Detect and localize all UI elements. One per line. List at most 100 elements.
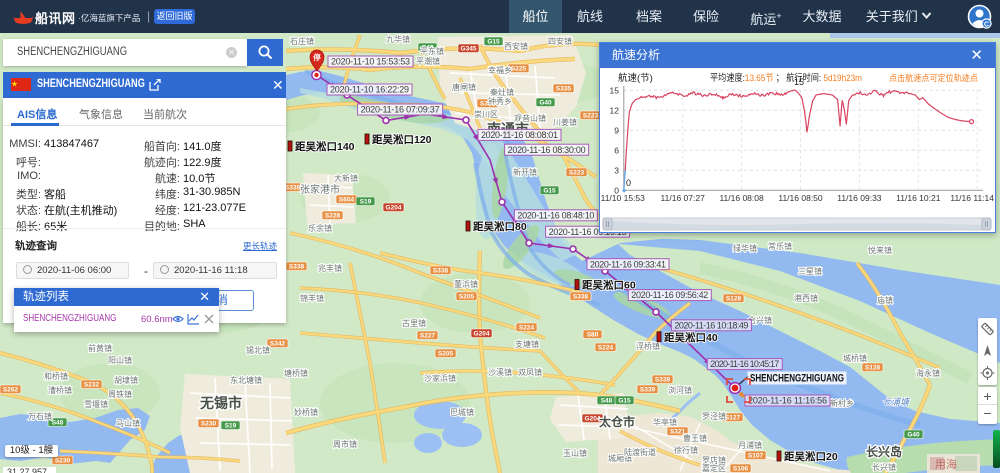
svg-text:支塘镇: 支塘镇 — [515, 339, 539, 349]
svg-text:2020-11-16 08:30:00: 2020-11-16 08:30:00 — [508, 145, 586, 155]
svg-text:雪堰镇: 雪堰镇 — [84, 399, 108, 409]
svg-text:罗泾镇: 罗泾镇 — [702, 411, 726, 421]
svg-text:巴城镇: 巴城镇 — [450, 407, 474, 417]
svg-text:四安镇: 四安镇 — [548, 36, 572, 46]
svg-text:G40: G40 — [907, 432, 920, 439]
svg-text:距吴淞口40: 距吴淞口40 — [664, 331, 718, 344]
svg-text:S230: S230 — [55, 458, 71, 465]
svg-text:胡埭镇: 胡埭镇 — [114, 375, 138, 385]
svg-text:城桥镇: 城桥镇 — [843, 353, 867, 363]
svg-text:G15: G15 — [487, 39, 500, 46]
svg-text:沙溪镇: 沙溪镇 — [488, 367, 512, 377]
svg-text:G345: G345 — [461, 46, 477, 53]
svg-text:常乐镇: 常乐镇 — [768, 241, 792, 251]
svg-text:11/16 09:33: 11/16 09:33 — [837, 193, 882, 203]
svg-text:川姜镇: 川姜镇 — [553, 117, 577, 127]
svg-text:崇川区: 崇川区 — [474, 110, 498, 119]
svg-text:西安镇: 西安镇 — [504, 41, 528, 51]
svg-text:锦丰镇: 锦丰镇 — [300, 293, 324, 303]
svg-text:港西镇: 港西镇 — [794, 293, 818, 303]
svg-text:锡北镇: 锡北镇 — [246, 345, 270, 355]
svg-text:S225: S225 — [511, 66, 527, 73]
svg-text:S339: S339 — [640, 387, 656, 394]
svg-text:S262: S262 — [3, 387, 19, 394]
svg-text:S128: S128 — [726, 296, 742, 303]
svg-text:S335: S335 — [556, 86, 572, 93]
svg-text:11/16 08:08: 11/16 08:08 — [719, 193, 764, 203]
svg-text:G40: G40 — [539, 100, 552, 107]
svg-text:海永镇: 海永镇 — [916, 368, 940, 378]
svg-text:S338: S338 — [573, 294, 589, 301]
svg-text:月浦镇: 月浦镇 — [738, 440, 762, 450]
svg-text:平潮镇: 平潮镇 — [416, 56, 440, 66]
svg-text:唐闸镇: 唐闸镇 — [452, 82, 476, 92]
svg-text:九华镇: 九华镇 — [386, 34, 410, 44]
svg-text:S19: S19 — [360, 199, 372, 206]
svg-text:新开镇: 新开镇 — [513, 167, 537, 177]
svg-text:C: C — [984, 21, 989, 28]
svg-text:长兴镇: 长兴镇 — [872, 462, 896, 472]
svg-text:悦来镇: 悦来镇 — [868, 245, 892, 255]
svg-text:2020-11-16 10:18:49: 2020-11-16 10:18:49 — [674, 320, 748, 330]
svg-text:★: ★ — [11, 80, 18, 89]
svg-text:嘉定区: 嘉定区 — [702, 463, 726, 473]
svg-text:S338: S338 — [289, 264, 305, 271]
svg-text:9: 9 — [614, 125, 619, 135]
svg-text:东北塘镇: 东北塘镇 — [230, 375, 262, 385]
svg-text:航速(节): 航速(节) — [618, 72, 653, 84]
svg-text:S127: S127 — [725, 415, 741, 422]
svg-text:绿华镇: 绿华镇 — [733, 243, 757, 253]
svg-text:2020-11-16 08:48:10: 2020-11-16 08:48:10 — [517, 210, 594, 220]
svg-text:2020-11-16 08:08:01: 2020-11-16 08:08:01 — [481, 130, 558, 140]
svg-text:双凤镇: 双凤镇 — [518, 367, 542, 377]
svg-text:万石镇: 万石镇 — [28, 411, 52, 421]
svg-text:2020-11-10 16:22:29: 2020-11-10 16:22:29 — [330, 85, 409, 95]
svg-text:S232: S232 — [84, 382, 100, 389]
svg-text:用海: 用海 — [935, 457, 957, 471]
svg-text:S224: S224 — [519, 325, 535, 332]
svg-text:G15: G15 — [618, 398, 631, 405]
svg-text:15: 15 — [610, 85, 620, 95]
svg-text:11/16 07:27: 11/16 07:27 — [661, 193, 706, 203]
svg-text:S128: S128 — [865, 365, 881, 372]
svg-text:G204: G204 — [386, 205, 402, 212]
svg-text:平均速度:13.65节 ； 航行时间: 5d19h23m: 平均速度:13.65节 ； 航行时间: 5d19h23m — [710, 72, 862, 84]
svg-text:浮桥镇: 浮桥镇 — [636, 341, 660, 351]
svg-text:董浜镇: 董浜镇 — [454, 279, 478, 289]
svg-text:曹王镇: 曹王镇 — [683, 433, 707, 443]
svg-text:S604: S604 — [339, 197, 355, 204]
svg-text:和桥镇: 和桥镇 — [44, 371, 68, 381]
svg-text:古里镇: 古里镇 — [402, 318, 426, 328]
svg-text:幸福乡: 幸福乡 — [488, 66, 512, 75]
svg-text:钟秀乡: 钟秀乡 — [488, 96, 512, 106]
svg-text:距吴淞口140: 距吴淞口140 — [295, 140, 355, 153]
svg-text:S107: S107 — [748, 453, 764, 460]
svg-text:三星镇: 三星镇 — [798, 266, 822, 276]
svg-text:S224: S224 — [598, 345, 614, 352]
svg-text:漕桥镇: 漕桥镇 — [48, 385, 72, 395]
svg-text:2020-11-16 10:45:17: 2020-11-16 10:45:17 — [710, 359, 779, 369]
svg-text:七浦塘: 七浦塘 — [882, 397, 911, 407]
svg-text:11/10 15:53: 11/10 15:53 — [601, 193, 646, 203]
svg-text:S223: S223 — [569, 170, 585, 177]
svg-text:11/16 10:21: 11/16 10:21 — [896, 193, 941, 203]
svg-text:浏河镇: 浏河镇 — [668, 385, 692, 395]
svg-text:G15: G15 — [543, 188, 556, 195]
svg-text:15: 15 — [794, 77, 804, 87]
svg-text:周铁镇: 周铁镇 — [108, 389, 132, 399]
svg-text:11/16 08:50: 11/16 08:50 — [778, 193, 823, 203]
svg-text:S230: S230 — [201, 421, 217, 428]
svg-text:S338: S338 — [433, 268, 449, 275]
svg-text:2020-11-16 07:09:37: 2020-11-16 07:09:37 — [361, 105, 440, 115]
svg-text:平东镇: 平东镇 — [420, 46, 444, 56]
svg-text:玉山镇: 玉山镇 — [563, 448, 587, 458]
svg-text:庙镇: 庙镇 — [877, 295, 893, 305]
svg-text:距吴淞口60: 距吴淞口60 — [582, 279, 636, 292]
svg-text:乐余镇: 乐余镇 — [308, 223, 332, 233]
svg-text:SHENCHENGZHIGUANG: SHENCHENGZHIGUANG — [750, 373, 844, 385]
svg-text:0: 0 — [626, 178, 631, 188]
svg-text:S205: S205 — [459, 294, 475, 301]
svg-text:3: 3 — [614, 165, 619, 175]
svg-text:2020-11-16 09:56:42: 2020-11-16 09:56:42 — [631, 290, 708, 300]
svg-text:华亭镇: 华亭镇 — [653, 417, 677, 427]
